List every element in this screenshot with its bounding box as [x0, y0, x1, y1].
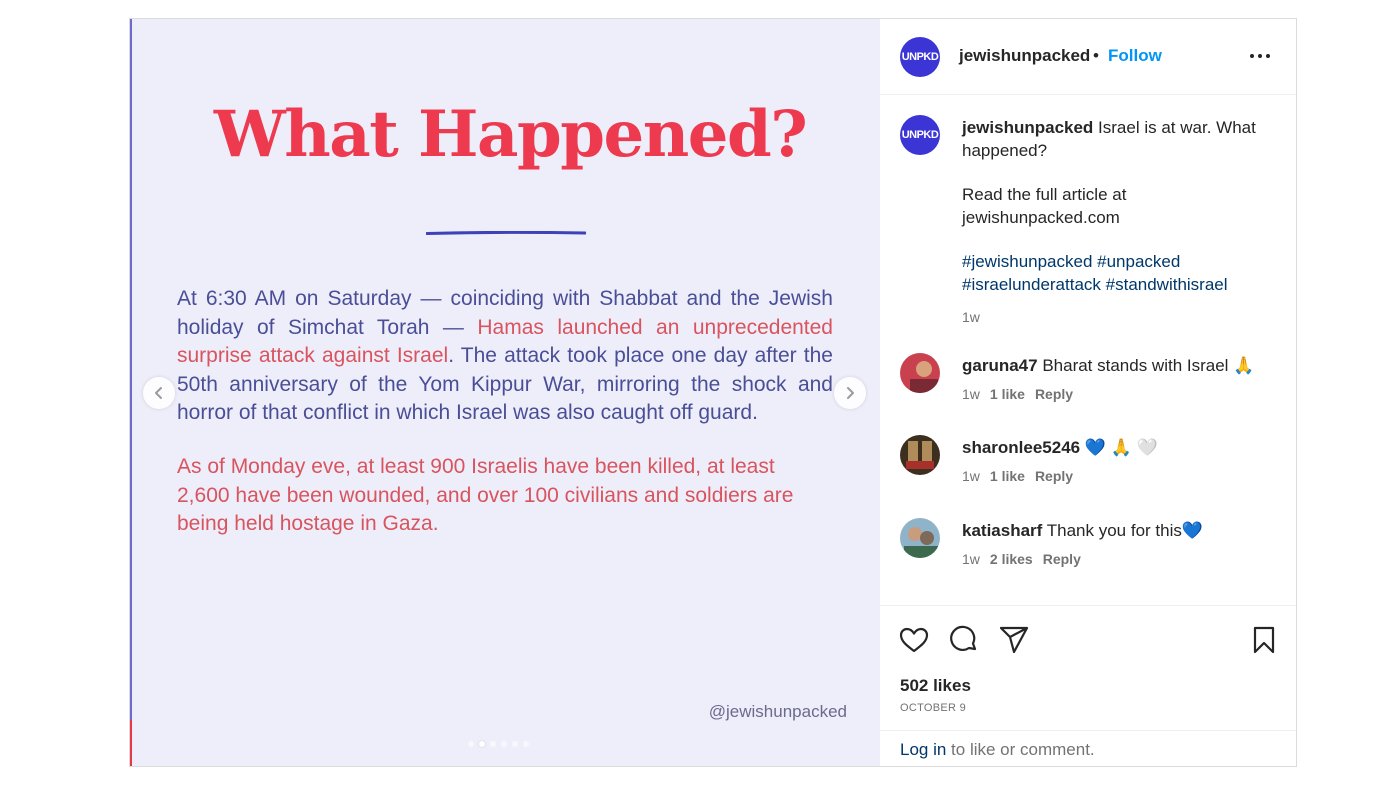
comments-section: UNPKD jewishunpacked Israel is at war. W… [880, 95, 1296, 605]
caption-time: 1w [962, 309, 980, 325]
reply-button[interactable]: Reply [1035, 386, 1073, 402]
slide-dot [512, 741, 518, 747]
post-header: UNPKD jewishunpacked • Follow [880, 19, 1296, 95]
comment-text: garuna47 Bharat stands with Israel 🙏 [962, 356, 1254, 376]
comment-item: sharonlee5246 💙 🙏 🤍 1w 1 like Reply [880, 435, 1296, 505]
post-actions: 502 likes OCTOBER 9 [880, 605, 1296, 731]
slide-edge-accent [130, 720, 132, 766]
title-underline [426, 231, 586, 235]
caption-avatar[interactable]: UNPKD [900, 115, 940, 155]
slide-indicator [468, 741, 529, 747]
instagram-post: What Happened? At 6:30 AM on Saturday — … [129, 18, 1297, 767]
separator-dot: • [1093, 46, 1099, 65]
comment-body: Bharat stands with Israel 🙏 [1037, 356, 1255, 375]
post-date: OCTOBER 9 [900, 702, 967, 714]
comment-meta: 1w 1 like Reply [962, 386, 1083, 402]
follow-button[interactable]: Follow [1108, 46, 1162, 66]
comment-icon[interactable] [948, 624, 980, 656]
comment-time: 1w [962, 468, 980, 484]
slide-paragraph-1: At 6:30 AM on Saturday — coinciding with… [177, 285, 833, 428]
post-media-slide[interactable]: What Happened? At 6:30 AM on Saturday — … [130, 19, 880, 766]
reply-button[interactable]: Reply [1035, 468, 1073, 484]
avatar[interactable] [900, 518, 940, 558]
comment-text: sharonlee5246 💙 🙏 🤍 [962, 438, 1158, 458]
avatar[interactable] [900, 435, 940, 475]
slide-dot [468, 741, 474, 747]
comment-time: 1w [962, 551, 980, 567]
comment-username[interactable]: katiasharf [962, 521, 1042, 540]
post-sidebar: UNPKD jewishunpacked • Follow UNPKD jewi… [880, 19, 1296, 766]
caption-link-line: Read the full article at jewishunpacked.… [962, 185, 1127, 227]
heart-icon[interactable] [898, 624, 930, 656]
caption: jewishunpacked Israel is at war. What ha… [962, 117, 1272, 329]
caption-hashtags[interactable]: #jewishunpacked #unpacked #israelunderat… [962, 251, 1272, 296]
avatar-logo-text: UNPKD [901, 51, 939, 63]
login-prompt-text: to like or comment. [946, 740, 1095, 759]
share-icon[interactable] [998, 624, 1030, 656]
bookmark-icon[interactable] [1248, 624, 1280, 656]
chevron-right-icon [847, 387, 854, 399]
reply-button[interactable]: Reply [1043, 551, 1081, 567]
comment-text: katiasharf Thank you for this💙 [962, 521, 1203, 541]
slide-handle: @jewishunpacked [708, 702, 847, 721]
login-prompt: Log in to like or comment. [880, 730, 1296, 769]
slide-dot [490, 741, 496, 747]
comment-body: Thank you for this💙 [1042, 521, 1204, 540]
likes-count[interactable]: 502 likes [900, 676, 971, 696]
comment-username[interactable]: sharonlee5246 [962, 438, 1080, 457]
comment-likes[interactable]: 1 like [990, 468, 1025, 484]
login-link[interactable]: Log in [900, 740, 946, 759]
comment-username[interactable]: garuna47 [962, 356, 1038, 375]
avatar[interactable]: UNPKD [900, 37, 940, 77]
avatar[interactable] [900, 353, 940, 393]
comment-meta: 1w 2 likes Reply [962, 551, 1091, 567]
comment-item: katiasharf Thank you for this💙 1w 2 likes… [880, 518, 1296, 588]
comment-time: 1w [962, 386, 980, 402]
chevron-left-icon [155, 387, 162, 399]
comment-likes[interactable]: 1 like [990, 386, 1025, 402]
more-options-icon[interactable] [1248, 44, 1272, 68]
comment-likes[interactable]: 2 likes [990, 551, 1033, 567]
author-username[interactable]: jewishunpacked [959, 46, 1090, 66]
next-slide-button[interactable] [834, 377, 866, 409]
slide-edge [130, 19, 132, 766]
slide-paragraph-2: As of Monday eve, at least 900 Israelis … [177, 455, 794, 535]
comment-item: garuna47 Bharat stands with Israel 🙏 1w 1… [880, 353, 1296, 423]
slide-dot [501, 741, 507, 747]
profile-photo-icon [900, 353, 940, 393]
slide-title: What Happened? [213, 97, 808, 172]
comment-body: 💙 🙏 🤍 [1080, 438, 1158, 457]
previous-slide-button[interactable] [143, 377, 175, 409]
slide-dot [523, 741, 529, 747]
comment-meta: 1w 1 like Reply [962, 468, 1083, 484]
avatar-logo-text: UNPKD [901, 129, 939, 141]
profile-photo-icon [900, 435, 940, 475]
profile-photo-icon [900, 518, 940, 558]
caption-username[interactable]: jewishunpacked [962, 118, 1093, 137]
slide-dot [479, 741, 485, 747]
